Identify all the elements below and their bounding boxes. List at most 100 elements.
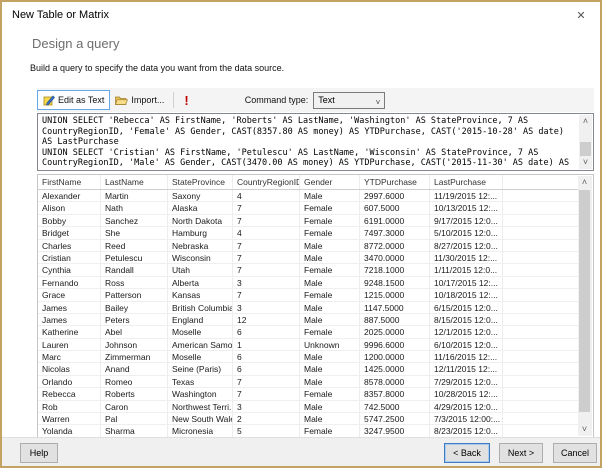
grid-cell: Alexander <box>38 190 101 202</box>
column-header-lastpurchase[interactable]: LastPurchase <box>430 175 503 189</box>
grid-cell: 5 <box>233 425 300 437</box>
grid-cell: 7/29/2015 12:0... <box>430 375 503 388</box>
grid-cell: Cynthia <box>38 264 101 276</box>
close-icon[interactable]: ✕ <box>573 8 589 24</box>
grid-scrollbar[interactable]: ˄ ˅ <box>578 176 592 436</box>
grid-cell: Male <box>300 301 360 313</box>
grid-cell: 1 <box>233 338 300 351</box>
grid-cell: 12 <box>233 313 300 326</box>
grid-cell: Male <box>300 190 360 202</box>
grid-cell: 7497.3000 <box>360 227 430 239</box>
grid-cell: Unknown <box>300 338 360 351</box>
sql-query-editor[interactable]: UNION SELECT 'Rebecca' AS FirstName, 'Ro… <box>37 113 594 171</box>
grid-cell: Caron <box>101 400 168 413</box>
grid-cell: Peters <box>101 313 168 326</box>
grid-cell: 2 <box>233 413 300 425</box>
scroll-up-icon[interactable]: ˄ <box>578 176 591 189</box>
edit-as-text-label: Edit as Text <box>58 95 105 105</box>
grid-cell: Washington <box>168 388 233 400</box>
grid-cell: Northwest Terri... <box>168 400 233 413</box>
column-header-countryregionid[interactable]: CountryRegionID <box>233 175 300 189</box>
grid-cell: 11/16/2015 12:... <box>430 351 503 363</box>
grid-cell: 7 <box>233 289 300 301</box>
column-header-firstname[interactable]: FirstName <box>38 175 101 189</box>
page-title: Design a query <box>32 36 120 51</box>
grid-cell: 6 <box>233 326 300 338</box>
help-button[interactable]: Help <box>20 443 58 463</box>
grid-cell: Female <box>300 388 360 400</box>
grid-cell: Nicolas <box>38 363 101 375</box>
column-header-stateprovince[interactable]: StateProvince <box>168 175 233 189</box>
cancel-button[interactable]: Cancel <box>553 443 597 463</box>
grid-cell: Moselle <box>168 351 233 363</box>
column-header-ytdpurchase[interactable]: YTDPurchase <box>360 175 430 189</box>
table-row: Bridget She Hamburg 4 Female 7497.3000 5/10/20… <box>38 227 579 240</box>
column-header-lastname[interactable]: LastName <box>101 175 168 189</box>
grid-cell: Female <box>300 227 360 239</box>
grid-cell: Charles <box>38 239 101 251</box>
grid-cell: 1425.0000 <box>360 363 430 375</box>
grid-cell: 4 <box>233 227 300 239</box>
next-button[interactable]: Next > <box>499 443 543 463</box>
grid-cell: 9248.1500 <box>360 276 430 289</box>
import-label: Import... <box>131 95 165 105</box>
grid-cell: Utah <box>168 264 233 276</box>
grid-cell: Bailey <box>101 301 168 313</box>
grid-cell: 7 <box>233 251 300 264</box>
table-row: Fernando Ross Alberta 3 Male 9248.1500 10/17/2… <box>38 276 579 290</box>
sql-editor-scrollbar[interactable]: ˄ ˅ <box>579 115 592 169</box>
grid-cell: Abel <box>101 326 168 338</box>
grid-cell: North Dakota <box>168 214 233 227</box>
grid-cell: 6/15/2015 12:0... <box>430 301 503 313</box>
grid-cell: 5747.2500 <box>360 413 430 425</box>
grid-cell: 10/13/2015 12:... <box>430 202 503 214</box>
grid-cell: Moselle <box>168 326 233 338</box>
scrollbar-thumb[interactable] <box>579 190 590 412</box>
open-folder-icon <box>115 96 129 105</box>
column-header-gender[interactable]: Gender <box>300 175 360 189</box>
command-type-dropdown[interactable]: Text ˅ <box>313 91 386 109</box>
grid-cell: Male <box>300 413 360 425</box>
grid-cell: 5/10/2015 12:0... <box>430 227 503 239</box>
grid-cell: 3470.0000 <box>360 251 430 264</box>
run-query-icon[interactable]: ! <box>180 93 192 108</box>
scroll-down-icon[interactable]: ˅ <box>578 423 591 436</box>
back-button[interactable]: < Back <box>444 443 490 463</box>
grid-cell: 6 <box>233 363 300 375</box>
grid-cell: 7 <box>233 214 300 227</box>
sql-query-text[interactable]: UNION SELECT 'Rebecca' AS FirstName, 'Ro… <box>38 114 580 171</box>
grid-cell: Female <box>300 289 360 301</box>
grid-cell: Lauren <box>38 338 101 351</box>
grid-cell: 3 <box>233 276 300 289</box>
scrollbar-thumb[interactable] <box>580 142 591 156</box>
grid-cell: 6 <box>233 351 300 363</box>
grid-cell: Nath <box>101 202 168 214</box>
grid-cell: 8578.0000 <box>360 375 430 388</box>
grid-cell: Sanchez <box>101 214 168 227</box>
grid-cell: Wisconsin <box>168 251 233 264</box>
grid-cell: 8357.8000 <box>360 388 430 400</box>
table-row: Warren Pal New South Wales 2 Male 5747.2500 7/… <box>38 413 579 426</box>
scroll-up-icon[interactable]: ˄ <box>579 115 592 128</box>
grid-cell: 4/29/2015 12:0... <box>430 400 503 413</box>
import-button[interactable]: Import... <box>110 90 169 110</box>
grid-cell: Male <box>300 276 360 289</box>
grid-cell: 6/10/2015 12:0... <box>430 338 503 351</box>
scroll-down-icon[interactable]: ˅ <box>579 156 592 169</box>
grid-cell: Male <box>300 239 360 251</box>
grid-cell: 9996.6000 <box>360 338 430 351</box>
grid-cell: 1147.5000 <box>360 301 430 313</box>
grid-cell: 8/15/2015 12:0... <box>430 313 503 326</box>
grid-cell: 607.5000 <box>360 202 430 214</box>
grid-cell: Anand <box>101 363 168 375</box>
grid-cell: 1200.0000 <box>360 351 430 363</box>
table-row: Rebecca Roberts Washington 7 Female 8357.8000… <box>38 388 579 401</box>
grid-cell: Sharma <box>101 425 168 437</box>
grid-cell: Zimmerman <box>101 351 168 363</box>
grid-cell: Male <box>300 400 360 413</box>
table-row: Bobby Sanchez North Dakota 7 Female 6191.0000… <box>38 214 579 228</box>
grid-cell: Cristian <box>38 251 101 264</box>
edit-as-text-button[interactable]: Edit as Text <box>37 90 111 110</box>
query-designer-toolbar: Edit as Text Import... ! Command type: T… <box>37 88 594 112</box>
grid-cell: Female <box>300 202 360 214</box>
